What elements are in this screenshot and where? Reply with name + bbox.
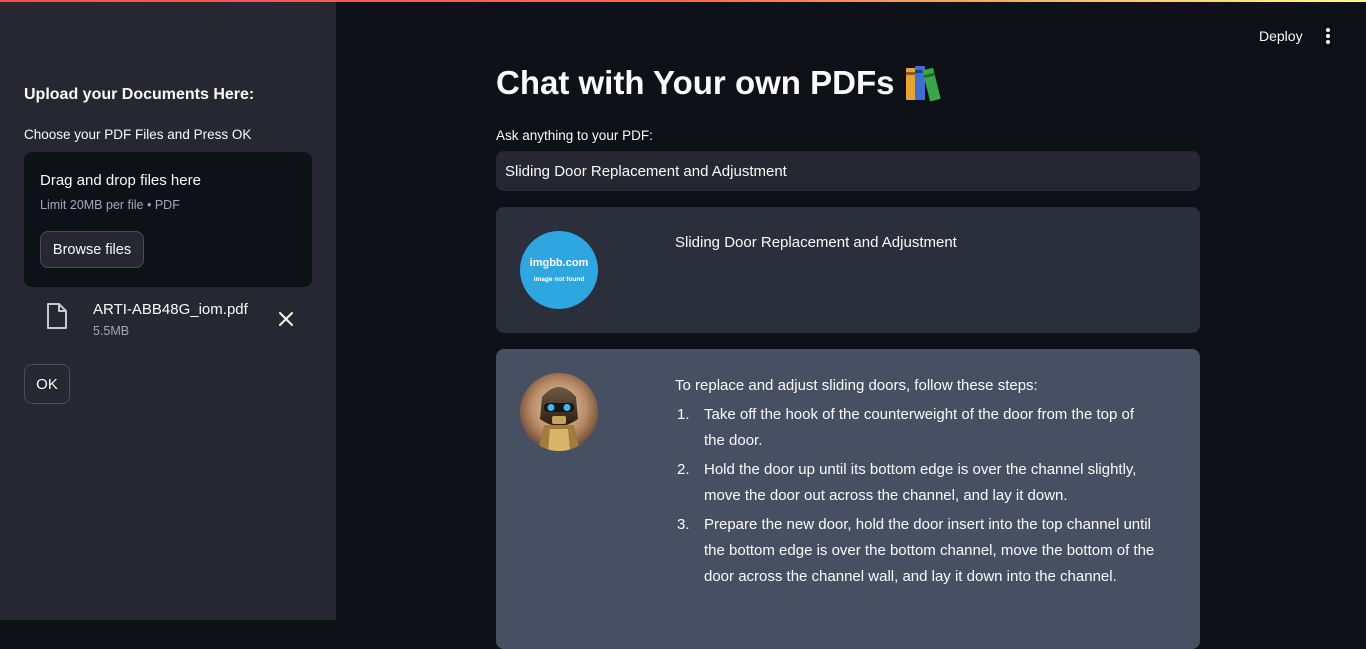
robot-avatar-icon xyxy=(520,373,598,451)
top-accent-stripe xyxy=(0,0,1366,2)
browse-files-button[interactable]: Browse files xyxy=(40,231,144,268)
file-size: 5.5MB xyxy=(93,324,130,338)
list-item: 3. Prepare the new door, hold the door i… xyxy=(675,512,1155,590)
list-item: 2. Hold the door up until its bottom edg… xyxy=(675,457,1155,509)
file-icon xyxy=(47,303,67,329)
avatar-text-secondary: image not found xyxy=(533,276,585,283)
sidebar: Upload your Documents Here: Choose your … xyxy=(0,0,336,620)
ok-button[interactable]: OK xyxy=(24,364,70,404)
bot-message-intro: To replace and adjust sliding doors, fol… xyxy=(675,377,1038,394)
step-text: Take off the hook of the counterweight o… xyxy=(704,406,1134,449)
step-number: 1. xyxy=(677,406,690,423)
step-number: 2. xyxy=(677,461,690,478)
close-icon[interactable] xyxy=(276,309,296,329)
dropzone-limit: Limit 20MB per file • PDF xyxy=(40,198,180,212)
query-label: Ask anything to your PDF: xyxy=(496,128,653,143)
user-message-text: Sliding Door Replacement and Adjustment xyxy=(675,234,957,251)
user-message: imgbb.com image not found Sliding Door R… xyxy=(496,207,1200,333)
bot-message: To replace and adjust sliding doors, fol… xyxy=(496,349,1200,649)
page-title-text: Chat with Your own PDFs xyxy=(496,64,895,101)
books-emoji-icon xyxy=(906,66,942,102)
step-text: Hold the door up until its bottom edge i… xyxy=(704,461,1137,504)
step-text: Prepare the new door, hold the door inse… xyxy=(704,516,1155,585)
page-title: Chat with Your own PDFs xyxy=(496,64,944,102)
step-number: 3. xyxy=(677,516,690,533)
avatar-text-primary: imgbb.com xyxy=(529,257,589,269)
steps-list: 1. Take off the hook of the counterweigh… xyxy=(675,402,1155,590)
query-input[interactable] xyxy=(496,151,1200,191)
dropzone-title: Drag and drop files here xyxy=(40,172,201,189)
file-dropzone[interactable]: Drag and drop files here Limit 20MB per … xyxy=(24,152,312,287)
sidebar-title: Upload your Documents Here: xyxy=(24,86,255,103)
user-avatar: imgbb.com image not found xyxy=(520,231,598,309)
sidebar-subtitle: Choose your PDF Files and Press OK xyxy=(24,127,252,142)
uploaded-file-item: ARTI-ABB48G_iom.pdf 5.5MB xyxy=(24,296,312,346)
list-item: 1. Take off the hook of the counterweigh… xyxy=(675,402,1155,454)
file-name: ARTI-ABB48G_iom.pdf xyxy=(93,301,248,318)
vertical-ellipsis-icon[interactable] xyxy=(1320,26,1336,46)
deploy-button[interactable]: Deploy xyxy=(1259,28,1303,44)
bot-message-text: To replace and adjust sliding doors, fol… xyxy=(675,376,1155,593)
